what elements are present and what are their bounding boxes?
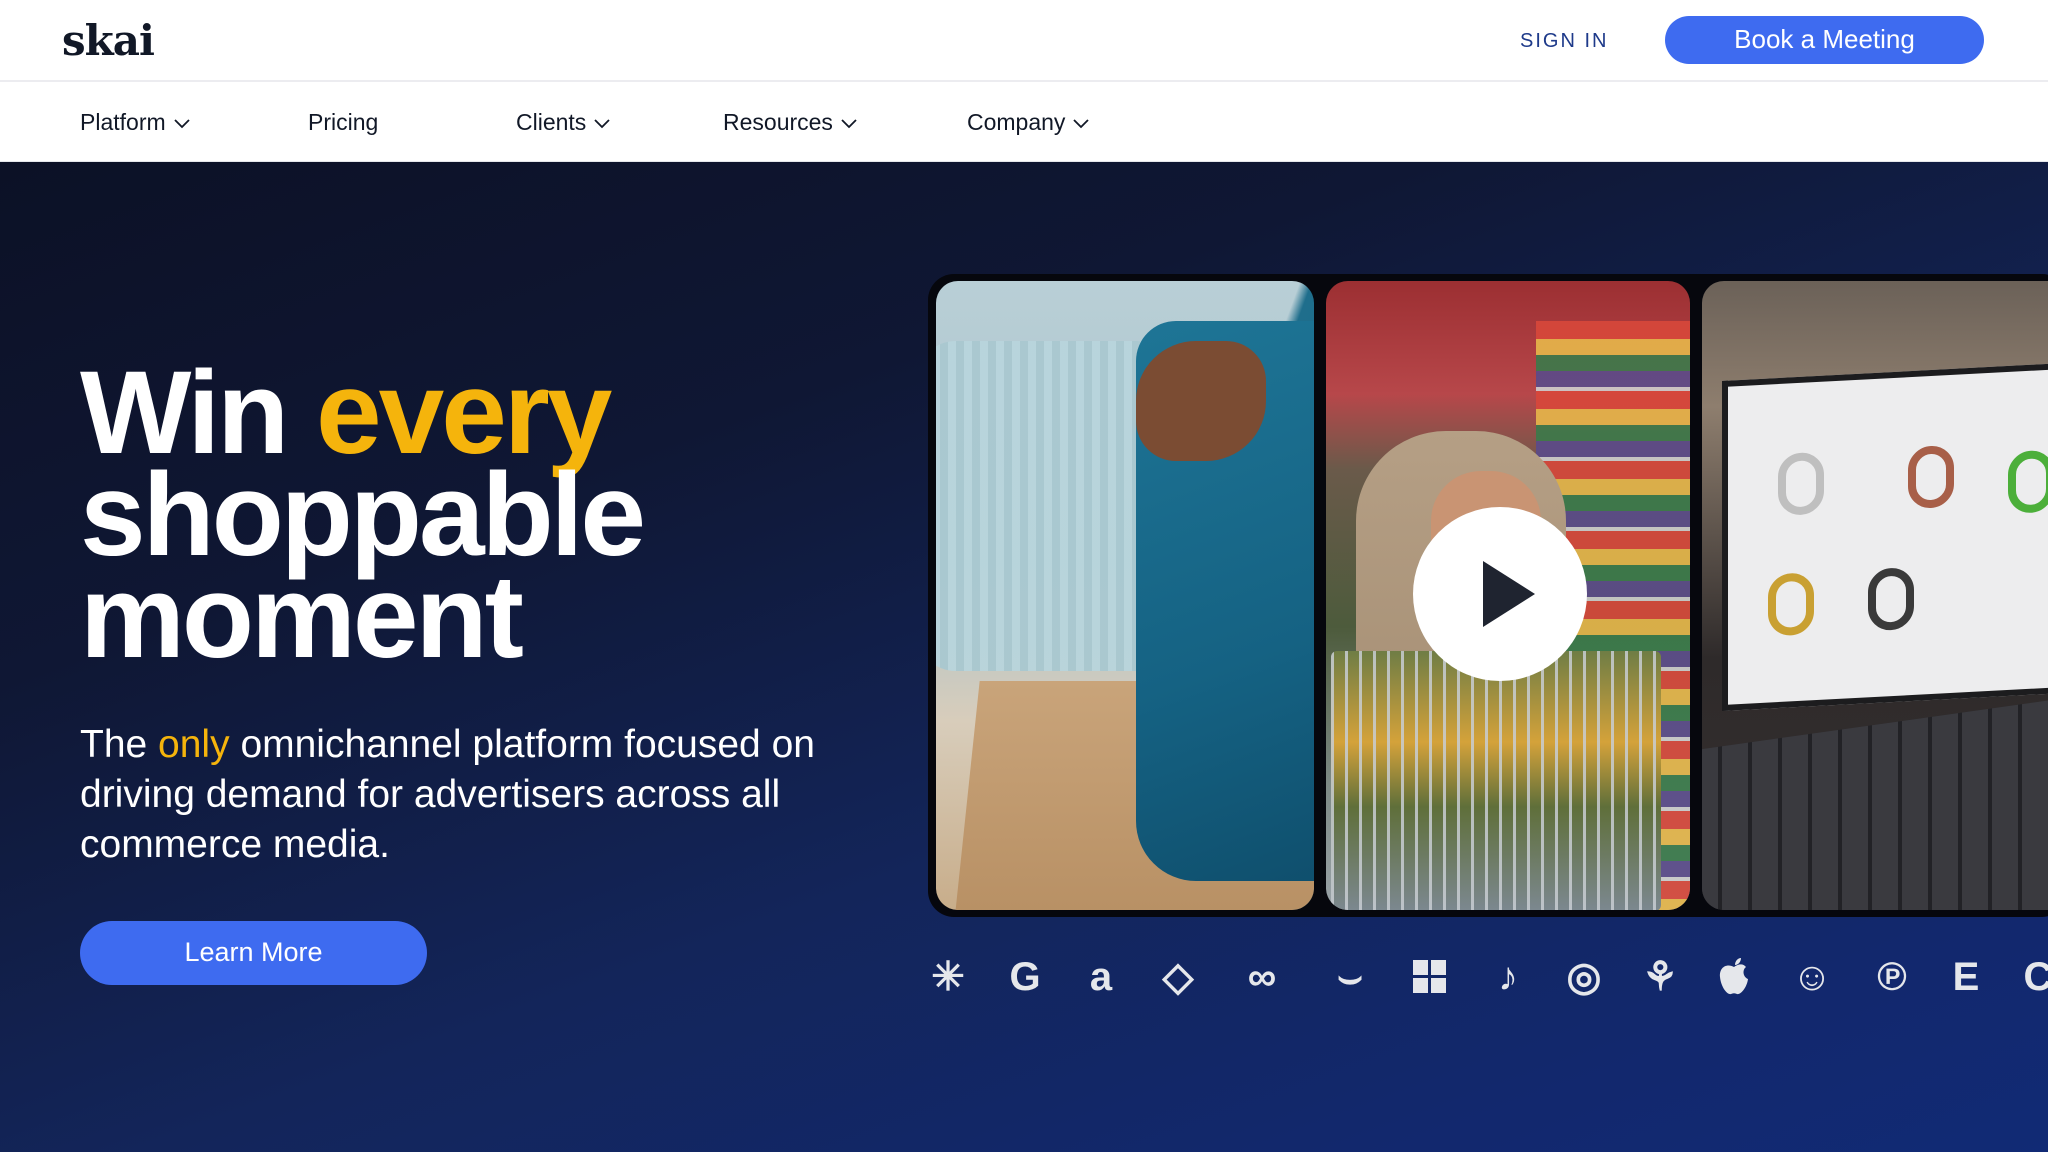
meta-icon: ∞ [1247,955,1277,999]
amazon-icon: a [1089,955,1113,999]
headphones-image [1778,451,1824,517]
nav-item-pricing[interactable]: Pricing [308,82,378,162]
book-a-meeting-button[interactable]: Book a Meeting [1665,16,1984,64]
microsoft-icon [1406,947,1454,1007]
video-panel-laptop [1702,281,2048,910]
shopping-cart [1331,651,1661,910]
sign-in-link[interactable]: SIGN IN [1520,26,1608,56]
hand [1136,341,1266,461]
kroger-icon: ⚘ [1642,955,1678,999]
instacart-icon: ⌣ [1336,955,1364,999]
nav-item-label: Platform [80,108,166,135]
nav-item-company[interactable]: Company [967,82,1090,162]
tiktok-icon: ♪ [1498,955,1518,999]
main-nav: Platform Pricing Clients Resources Compa… [0,82,2048,162]
chevron-down-icon [594,118,610,128]
sub-text: The [80,723,148,766]
nav-item-clients[interactable]: Clients [516,82,610,162]
chevron-down-icon [841,118,857,128]
headphones-image [1868,566,1914,632]
play-icon [1483,561,1535,627]
play-button[interactable] [1413,507,1587,681]
target-icon: ◎ [1566,955,1602,999]
partner-logos: ✳ G a ◇ ∞ ⌣ ♪ ◎ ⚘ ☺ ℗ E C [924,947,2048,1007]
skai-logo[interactable]: skai [62,16,155,66]
criteo-icon: ◇ [1162,955,1194,999]
nav-item-label: Pricing [308,108,379,135]
nav-item-platform[interactable]: Platform [80,82,190,162]
hero-headline: Win every shoppable moment [80,354,646,683]
headphones-image [1768,572,1814,637]
etsy-icon: E [1952,955,1980,999]
top-bar: skai SIGN IN Book a Meeting [0,0,2048,82]
nav-item-label: Clients [516,108,587,135]
snapchat-icon: ☺ [1791,955,1833,999]
apple-icon [1710,947,1758,1007]
nav-item-label: Resources [723,108,833,135]
laptop-keyboard [1702,691,2048,910]
pinterest-icon: ℗ [1877,955,1907,999]
learn-more-button[interactable]: Learn More [80,921,427,985]
nav-item-label: Company [967,108,1066,135]
nav-item-resources[interactable]: Resources [723,82,857,162]
walmart-spark-icon: ✳ [931,955,965,999]
headline-line-3: moment [80,551,524,683]
earbuds-image [2008,449,2048,514]
laptop-screen [1722,361,2048,711]
chevron-down-icon [1073,118,1090,128]
c-icon: C [2023,955,2048,999]
headphones-image [1908,444,1954,510]
chevron-down-icon [174,118,190,128]
hero-section: Win every shoppable moment The only omni… [0,162,2048,1152]
google-icon: G [1009,955,1041,999]
hero-subheading: The only omnichannel platform focused on… [80,720,900,870]
video-panel-unboxing [936,281,1314,910]
sub-accent-word: only [158,723,230,766]
